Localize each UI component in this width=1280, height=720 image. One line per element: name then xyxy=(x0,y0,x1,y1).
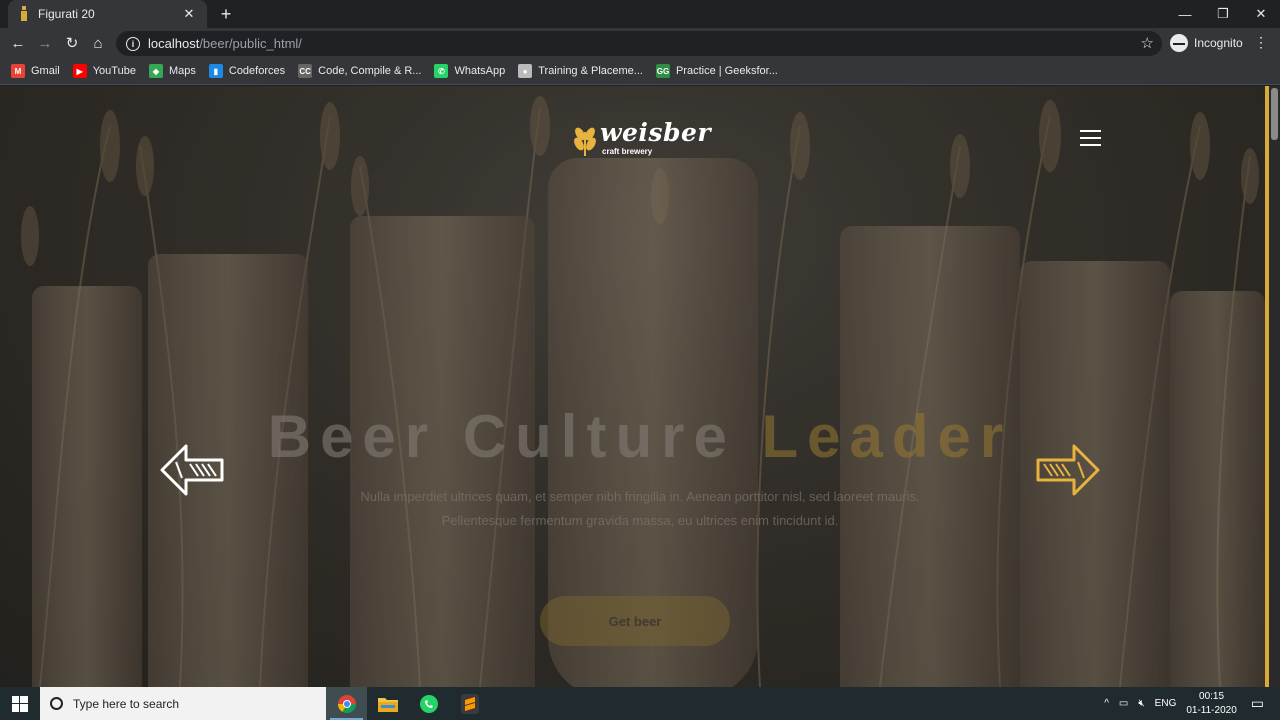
bookmark-item[interactable]: ▶ YouTube xyxy=(72,64,136,78)
taskbar-clock[interactable]: 00:15 01-11-2020 xyxy=(1186,690,1236,718)
youtube-icon: ▶ xyxy=(72,64,87,78)
back-button[interactable]: ← xyxy=(8,33,28,53)
windows-logo-icon xyxy=(12,695,28,712)
beer-favicon-icon xyxy=(18,6,30,22)
windows-taskbar: Type here to search xyxy=(0,687,1280,720)
bookmark-label: Gmail xyxy=(31,65,60,77)
page-viewport: weisber craft brewery Beer Culture Leade… xyxy=(0,86,1280,687)
file-explorer-icon[interactable] xyxy=(367,687,408,720)
whatsapp-icon: ✆ xyxy=(434,64,449,78)
bookmarks-bar: M Gmail ▶ YouTube ◆ Maps ▮ Codeforces CC Code, Co… xyxy=(0,58,1280,85)
forward-button[interactable]: → xyxy=(35,33,55,53)
bookmark-label: Training & Placeme... xyxy=(538,65,643,77)
language-indicator[interactable]: ENG xyxy=(1155,698,1177,709)
windows-start-button[interactable] xyxy=(0,687,40,720)
bookmark-label: Practice | Geeksfor... xyxy=(675,65,778,77)
bookmark-star-icon[interactable]: ☆ xyxy=(1141,34,1154,52)
tab-title: Figurati 20 xyxy=(38,7,95,21)
reload-button[interactable]: ↻ xyxy=(62,33,82,53)
hamburger-menu-icon[interactable] xyxy=(1080,130,1101,146)
taskbar-search-placeholder: Type here to search xyxy=(73,696,180,711)
incognito-label: Incognito xyxy=(1194,36,1243,50)
clock-date: 01-11-2020 xyxy=(1186,704,1237,716)
browser-menu-icon[interactable]: ⋮ xyxy=(1254,34,1268,51)
tab-close-icon[interactable]: ✕ xyxy=(181,6,197,22)
headline-part-1: Beer Culture xyxy=(267,403,736,470)
tray-overflow-chevron-icon[interactable]: ^ xyxy=(1104,698,1109,709)
bookmark-label: YouTube xyxy=(92,65,136,77)
maps-icon: ◆ xyxy=(148,64,163,78)
page-scrollbar[interactable] xyxy=(1269,86,1280,687)
url-path: /beer/public_html/ xyxy=(199,36,302,51)
new-tab-button[interactable]: + xyxy=(216,4,236,24)
logo-wordmark: weisber xyxy=(600,118,712,147)
brand-logo[interactable]: weisber craft brewery xyxy=(572,116,711,160)
scrollbar-thumb[interactable] xyxy=(1271,88,1278,140)
browser-tab[interactable]: Figurati 20 ✕ xyxy=(8,0,207,28)
home-button[interactable]: ⌂ xyxy=(88,33,108,53)
bookmark-item[interactable]: ◆ Maps xyxy=(148,64,196,78)
gfg-icon: GG xyxy=(655,64,670,78)
headline-part-2: Leader xyxy=(761,403,1013,470)
bookmark-item[interactable]: ✆ WhatsApp xyxy=(434,64,505,78)
bookmark-item[interactable]: M Gmail xyxy=(11,64,60,78)
bookmark-label: Maps xyxy=(168,65,196,77)
bookmark-item[interactable]: ● Training & Placeme... xyxy=(518,64,643,78)
training-icon: ● xyxy=(518,64,533,78)
sublime-text-icon[interactable] xyxy=(449,687,490,720)
site-info-icon[interactable]: i xyxy=(126,36,140,51)
whatsapp-icon[interactable] xyxy=(408,687,449,720)
clock-time: 00:15 xyxy=(1199,690,1225,702)
logo-tagline: craft brewery xyxy=(602,147,653,156)
compiler-icon: CC xyxy=(298,64,313,78)
bookmark-label: WhatsApp xyxy=(454,65,506,77)
browser-toolbar: ← → ↻ ⌂ i localhost/beer/public_html/ ☆ … xyxy=(0,28,1280,58)
incognito-icon xyxy=(1170,34,1188,52)
bookmark-label: Codeforces xyxy=(228,65,286,77)
tab-strip: Figurati 20 ✕ + — ❐ ✕ xyxy=(0,0,1280,28)
window-close-button[interactable]: ✕ xyxy=(1242,0,1280,28)
bookmark-item[interactable]: ▮ Codeforces xyxy=(208,64,286,78)
search-icon xyxy=(50,697,63,710)
minimize-button[interactable]: — xyxy=(1166,0,1204,28)
bookmark-item[interactable]: CC Code, Compile & R... xyxy=(298,64,421,78)
wheat-logo-icon xyxy=(574,127,596,156)
notifications-icon[interactable]: ▭ xyxy=(1251,695,1264,712)
gmail-icon: M xyxy=(11,64,25,78)
codeforces-icon: ▮ xyxy=(208,64,223,78)
system-tray: ^ ▭ 🔇︎ ENG 00:15 01-11-2020 ▭ xyxy=(1104,687,1280,720)
maximize-button[interactable]: ❐ xyxy=(1204,0,1242,28)
hero-description: Nulla imperdiet ultrices quam, et semper… xyxy=(360,489,920,528)
hero-headline: Beer Culture Leader xyxy=(0,402,1280,471)
incognito-indicator[interactable]: Incognito xyxy=(1170,32,1243,54)
url-host: localhost xyxy=(148,36,200,51)
volume-muted-icon[interactable]: 🔇︎ xyxy=(1138,698,1144,709)
bookmark-item[interactable]: GG Practice | Geeksfor... xyxy=(655,64,778,78)
taskbar-search-box[interactable]: Type here to search xyxy=(40,687,326,720)
battery-icon[interactable]: ▭ xyxy=(1119,698,1128,709)
get-beer-button[interactable]: Get beer xyxy=(540,596,730,646)
chrome-icon[interactable] xyxy=(326,687,367,720)
address-bar[interactable]: i localhost/beer/public_html/ ☆ xyxy=(116,31,1162,56)
bookmark-label: Code, Compile & R... xyxy=(318,65,422,77)
